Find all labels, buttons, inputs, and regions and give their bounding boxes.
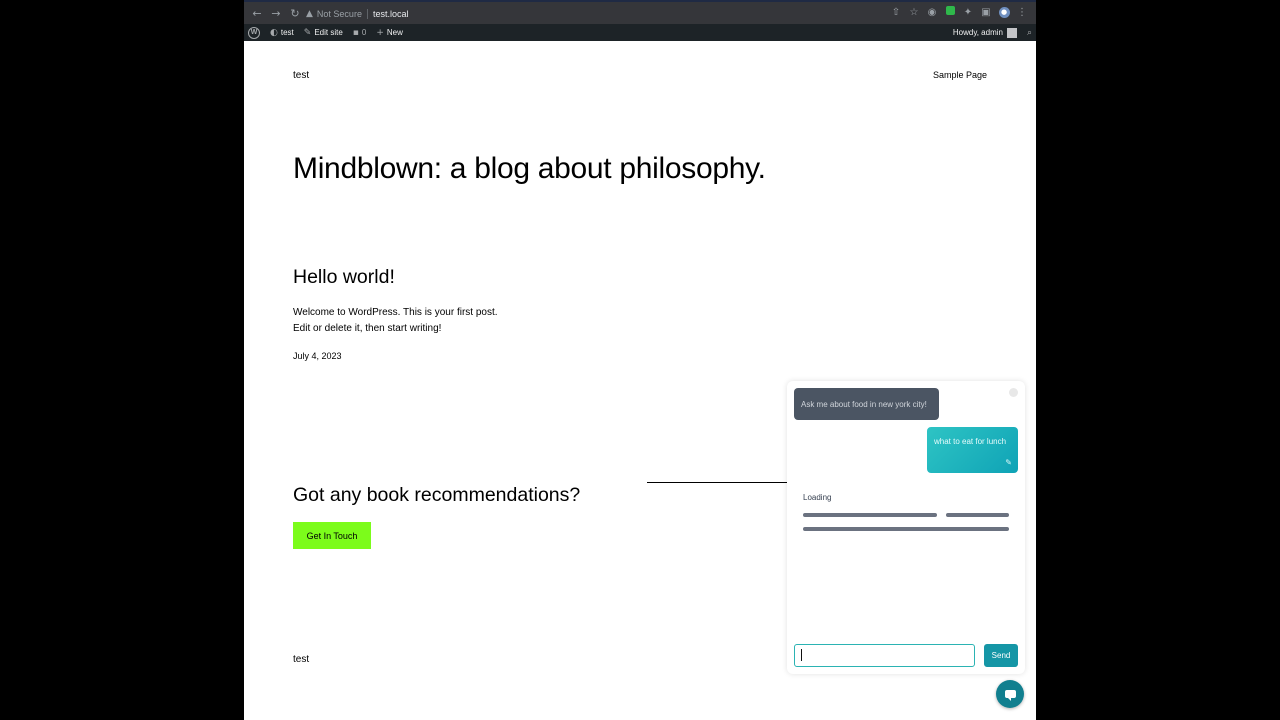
sidebar-icon[interactable]: ▣ [978, 7, 994, 18]
loading-label: Loading [803, 493, 832, 502]
comments-count: 0 [361, 28, 367, 37]
comments-link[interactable]: ▪ 0 [353, 28, 367, 38]
search-icon[interactable]: ⌕ [1027, 28, 1032, 38]
url-text: test.local [372, 8, 409, 19]
text-caret [801, 649, 802, 661]
separator-line [647, 482, 789, 483]
nav-buttons: ← → ↻ [248, 7, 304, 20]
screen: ← → ↻ ▲ Not Secure test.local ⇧ ☆ ◉ ✦ ▣ … [0, 0, 1280, 720]
share-icon[interactable]: ⇧ [888, 7, 904, 18]
avatar[interactable] [1006, 27, 1017, 38]
post-date: July 4, 2023 [293, 351, 342, 361]
cta-heading: Got any book recommendations? [293, 484, 581, 506]
admin-site-name: test [280, 28, 294, 37]
edit-site-link[interactable]: ✎ Edit site [304, 28, 343, 38]
page-heading: Mindblown: a blog about philosophy. [293, 152, 766, 185]
post-excerpt: Welcome to WordPress. This is your first… [293, 305, 498, 337]
menu-kebab-icon[interactable]: ⋮ [1014, 7, 1030, 18]
nav-sample-page[interactable]: Sample Page [933, 70, 987, 80]
new-content-link[interactable]: + New [376, 28, 403, 38]
bot-message: Ask me about food in new york city! [794, 388, 939, 420]
green-extension-icon[interactable] [942, 6, 958, 18]
footer-site-title[interactable]: test [293, 654, 309, 665]
security-label: Not Secure [316, 8, 362, 19]
edit-site-label: Edit site [314, 28, 343, 37]
wordpress-logo-icon[interactable]: W [248, 26, 260, 39]
edit-icon[interactable]: ✎ [1005, 458, 1012, 467]
profile-icon[interactable]: ● [996, 6, 1012, 18]
chat-bubble-icon [1004, 690, 1016, 701]
close-icon[interactable] [1009, 388, 1018, 397]
forward-icon[interactable]: → [267, 7, 285, 20]
extension-icon[interactable]: ◉ [924, 7, 940, 18]
chat-message-input[interactable] [794, 644, 975, 667]
wp-admin-bar: W ◐ test ✎ Edit site ▪ 0 + New Howdy, ad… [244, 24, 1036, 41]
back-icon[interactable]: ← [248, 7, 266, 20]
loading-skeleton-bar [803, 527, 1009, 531]
warning-icon: ▲ [306, 8, 313, 19]
post-title[interactable]: Hello world! [293, 266, 395, 289]
send-button[interactable]: Send [984, 644, 1018, 667]
comment-icon: ▪ [352, 27, 359, 38]
admin-bar-right: Howdy, admin ⌕ [953, 24, 1032, 41]
chat-widget: Ask me about food in new york city! what… [787, 381, 1025, 674]
browser-toolbar: ← → ↻ ▲ Not Secure test.local ⇧ ☆ ◉ ✦ ▣ … [244, 0, 1036, 24]
reload-icon[interactable]: ↻ [286, 7, 304, 20]
toolbar-actions: ⇧ ☆ ◉ ✦ ▣ ● ⋮ [888, 6, 1030, 18]
puzzle-icon[interactable]: ✦ [960, 7, 976, 18]
new-label: New [386, 28, 403, 37]
plus-icon: + [376, 27, 384, 38]
user-message: what to eat for lunch ✎ [927, 427, 1018, 473]
user-message-text: what to eat for lunch [934, 437, 1007, 446]
admin-site-link[interactable]: ◐ test [270, 28, 294, 38]
bookmark-star-icon[interactable]: ☆ [906, 7, 922, 18]
howdy-link[interactable]: Howdy, admin [953, 28, 1003, 37]
site-title[interactable]: test [293, 70, 309, 81]
post-excerpt-line1: Welcome to WordPress. This is your first… [293, 307, 498, 318]
get-in-touch-button[interactable]: Get In Touch [293, 522, 371, 549]
dashboard-icon: ◐ [270, 27, 278, 38]
pencil-icon: ✎ [303, 27, 312, 38]
loading-skeleton-bar [803, 513, 937, 517]
omnibox-divider [366, 8, 368, 19]
chat-launcher-button[interactable] [996, 680, 1024, 708]
post-excerpt-line2: Edit or delete it, then start writing! [293, 323, 442, 334]
browser-window: ← → ↻ ▲ Not Secure test.local ⇧ ☆ ◉ ✦ ▣ … [244, 0, 1036, 720]
loading-skeleton-bar [946, 513, 1009, 517]
